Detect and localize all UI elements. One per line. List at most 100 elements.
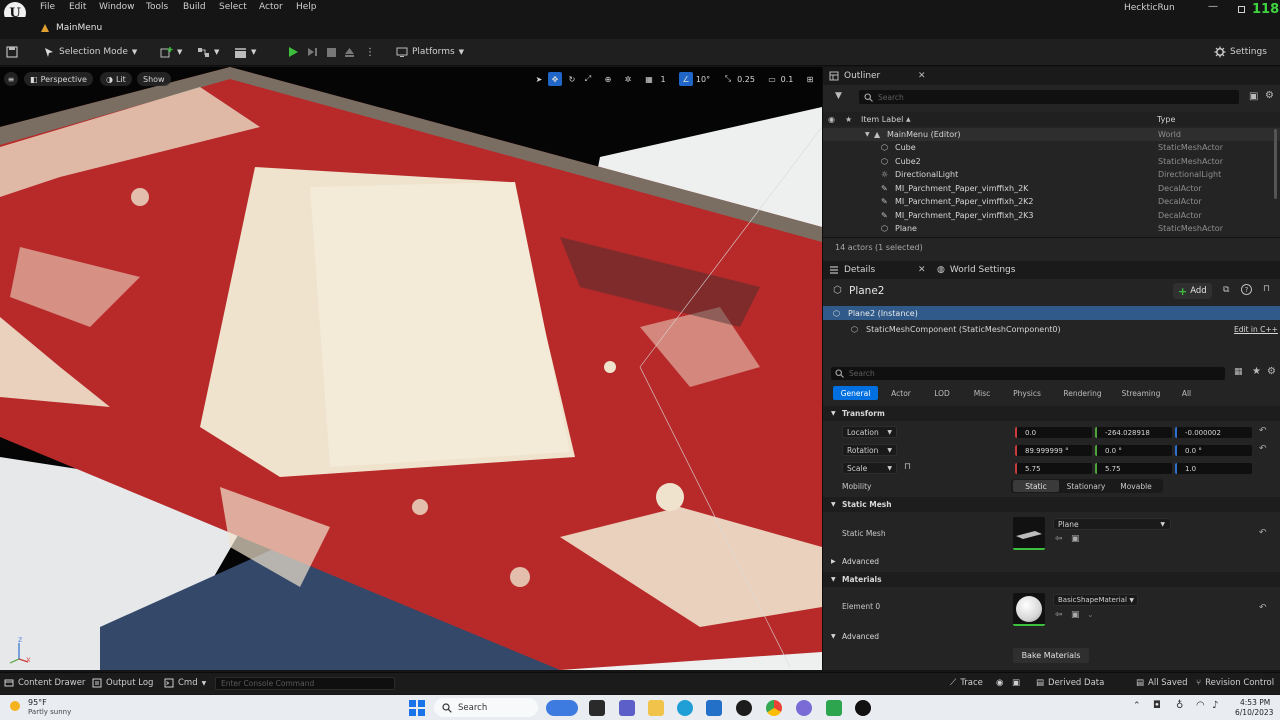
unreal-taskbar-icon[interactable]	[855, 700, 871, 716]
category-streaming[interactable]: Streaming	[1117, 386, 1165, 400]
scale-z-field[interactable]: 1.0	[1175, 463, 1252, 474]
task-view-icon[interactable]	[589, 700, 605, 716]
material-dropdown[interactable]: BasicShapeMaterial ▼	[1053, 594, 1138, 606]
lit-button[interactable]: ◑ Lit	[100, 72, 132, 86]
rotation-snap-icon[interactable]: ∠	[679, 72, 693, 86]
rotation-x-field[interactable]: 89.999999 °	[1015, 445, 1092, 456]
details-search-input[interactable]: Search	[831, 367, 1225, 380]
translate-tool-icon[interactable]: ✥	[548, 72, 562, 86]
selection-mode-button[interactable]: Selection Mode ▼	[44, 42, 137, 62]
rotation-z-field[interactable]: 0.0 °	[1175, 445, 1252, 456]
menu-actor[interactable]: Actor	[259, 2, 283, 12]
network-icon[interactable]: ◘	[1153, 700, 1161, 711]
static-mesh-thumbnail[interactable]	[1013, 517, 1045, 550]
advanced-materials-header[interactable]: ▼ Advanced	[823, 629, 1280, 644]
cinematics-button[interactable]: ▼	[234, 42, 256, 62]
outliner-row-cube[interactable]: ⬡ Cube StaticMeshActor	[823, 141, 1280, 154]
close-outliner-icon[interactable]: ✕	[918, 71, 926, 81]
minimize-button[interactable]: —	[1208, 1, 1218, 12]
step-button[interactable]	[306, 42, 318, 62]
perspective-button[interactable]: ◧ Perspective	[24, 72, 93, 86]
static-mesh-dropdown[interactable]: Plane ▼	[1053, 518, 1171, 530]
trace-button[interactable]: ⟋ Trace	[950, 678, 983, 688]
category-all[interactable]: All	[1173, 386, 1200, 400]
grid-snap-icon[interactable]: ▦	[643, 72, 655, 86]
menu-tools[interactable]: Tools	[146, 2, 168, 12]
lock-icon[interactable]: ⊓	[1263, 284, 1270, 294]
add-content-button[interactable]: ▼	[160, 42, 182, 62]
outliner-row-directional-light[interactable]: ☼ DirectionalLight DirectionalLight	[823, 168, 1280, 181]
mobility-stationary-button[interactable]: Stationary	[1061, 480, 1111, 492]
discord-icon[interactable]	[796, 700, 812, 716]
help-icon[interactable]: ?	[1241, 284, 1252, 295]
weather-widget[interactable]: 95°F Partly sunny	[6, 698, 96, 718]
reset-material-icon[interactable]: ↶	[1259, 603, 1267, 613]
pin-star-icon[interactable]: ★	[845, 115, 852, 124]
item-label-header[interactable]: Item Label	[861, 115, 903, 124]
cmd-dropdown[interactable]: Cmd ▼	[164, 678, 206, 688]
stop-button[interactable]	[326, 42, 337, 62]
outliner-search-input[interactable]: Search	[859, 90, 1239, 104]
menu-file[interactable]: File	[40, 2, 55, 12]
output-log-button[interactable]: Output Log	[92, 678, 153, 688]
derived-data-button[interactable]: ▤ Derived Data	[1036, 678, 1104, 688]
outliner-scrollbar[interactable]	[1274, 129, 1277, 199]
outliner-row-cube2[interactable]: ⬡ Cube2 StaticMeshActor	[823, 155, 1280, 168]
play-options-kebab-icon[interactable]: ⋮	[365, 42, 375, 62]
browse-asset-icon[interactable]: ▣	[1071, 534, 1080, 544]
property-matrix-icon[interactable]: ▦	[1234, 367, 1243, 377]
record-icon[interactable]: ◉	[996, 678, 1003, 688]
reset-location-icon[interactable]: ↶	[1259, 426, 1267, 436]
outliner-row-decal-2[interactable]: ✎ MI_Parchment_Paper_vimffixh_2K2 DecalA…	[823, 195, 1280, 208]
material-options-icon[interactable]: ⌄	[1087, 610, 1094, 619]
tab-world-settings[interactable]: ◍ World Settings	[937, 261, 1015, 279]
wifi-icon[interactable]: ◠	[1196, 700, 1205, 711]
menu-window[interactable]: Window	[99, 2, 135, 12]
rotation-y-field[interactable]: 0.0 °	[1095, 445, 1172, 456]
add-filter-icon[interactable]: ▼	[835, 91, 842, 101]
close-details-icon[interactable]: ✕	[918, 265, 926, 275]
blueprint-convert-icon[interactable]: ⧉	[1223, 285, 1229, 295]
store-icon[interactable]	[706, 700, 722, 716]
add-component-button[interactable]: + Add	[1173, 283, 1212, 299]
platforms-button[interactable]: Platforms ▼	[396, 42, 464, 62]
app-icon[interactable]	[736, 700, 752, 716]
clock-date[interactable]: 6/10/2023	[1235, 708, 1273, 717]
materials-section-header[interactable]: ▼ Materials	[823, 572, 1280, 587]
transform-section-header[interactable]: ▼ Transform	[823, 406, 1280, 421]
details-settings-icon[interactable]: ⚙	[1267, 366, 1276, 377]
camera-speed-icon[interactable]: ▭	[766, 72, 778, 86]
bing-chat-icon[interactable]	[546, 700, 578, 716]
tab-outliner[interactable]: Outliner	[829, 67, 880, 85]
reset-static-mesh-icon[interactable]: ↶	[1259, 528, 1267, 538]
edit-cpp-link[interactable]: Edit in C++	[1234, 325, 1278, 334]
category-physics[interactable]: Physics	[1006, 386, 1048, 400]
level-viewport[interactable]: ≡ ◧ Perspective ◑ Lit Show ➤ ✥ ↻ ⤢ ⊕ ✲ ▦…	[0, 67, 822, 670]
file-explorer-icon[interactable]	[648, 700, 664, 716]
microphone-icon[interactable]: ♁	[1176, 700, 1183, 711]
tab-mainmenu[interactable]: MainMenu	[40, 19, 102, 37]
revision-control-button[interactable]: ⑂ Revision Control	[1196, 678, 1274, 688]
component-static-mesh-row[interactable]: ⬡ StaticMeshComponent (StaticMeshCompone…	[823, 322, 1280, 336]
rotation-dropdown[interactable]: Rotation ▼	[842, 444, 897, 456]
reset-rotation-icon[interactable]: ↶	[1259, 444, 1267, 454]
settings-button[interactable]: Settings	[1214, 42, 1267, 62]
favorite-star-icon[interactable]: ★	[1252, 366, 1261, 377]
location-x-field[interactable]: 0.0	[1015, 427, 1092, 438]
rotation-snap-value[interactable]: 10°	[694, 72, 712, 86]
location-z-field[interactable]: -0.000002	[1175, 427, 1252, 438]
category-general[interactable]: General	[833, 386, 878, 400]
select-tool-icon[interactable]: ➤	[533, 72, 545, 86]
rotate-tool-icon[interactable]: ↻	[566, 72, 578, 86]
outliner-settings-icon[interactable]: ⚙	[1265, 90, 1274, 101]
screenshot-icon[interactable]: ▣	[1012, 678, 1020, 688]
mobility-static-button[interactable]: Static	[1013, 480, 1059, 492]
all-saved-button[interactable]: ▤ All Saved	[1136, 678, 1188, 688]
grid-size-value[interactable]: 1	[657, 72, 669, 86]
location-dropdown[interactable]: Location ▼	[842, 426, 897, 438]
scale-dropdown[interactable]: Scale ▼	[842, 462, 897, 474]
category-lod[interactable]: LOD	[926, 386, 958, 400]
browse-material-icon[interactable]: ▣	[1071, 610, 1080, 620]
save-icon[interactable]	[6, 42, 18, 62]
blueprint-button[interactable]: ▼	[197, 42, 219, 62]
